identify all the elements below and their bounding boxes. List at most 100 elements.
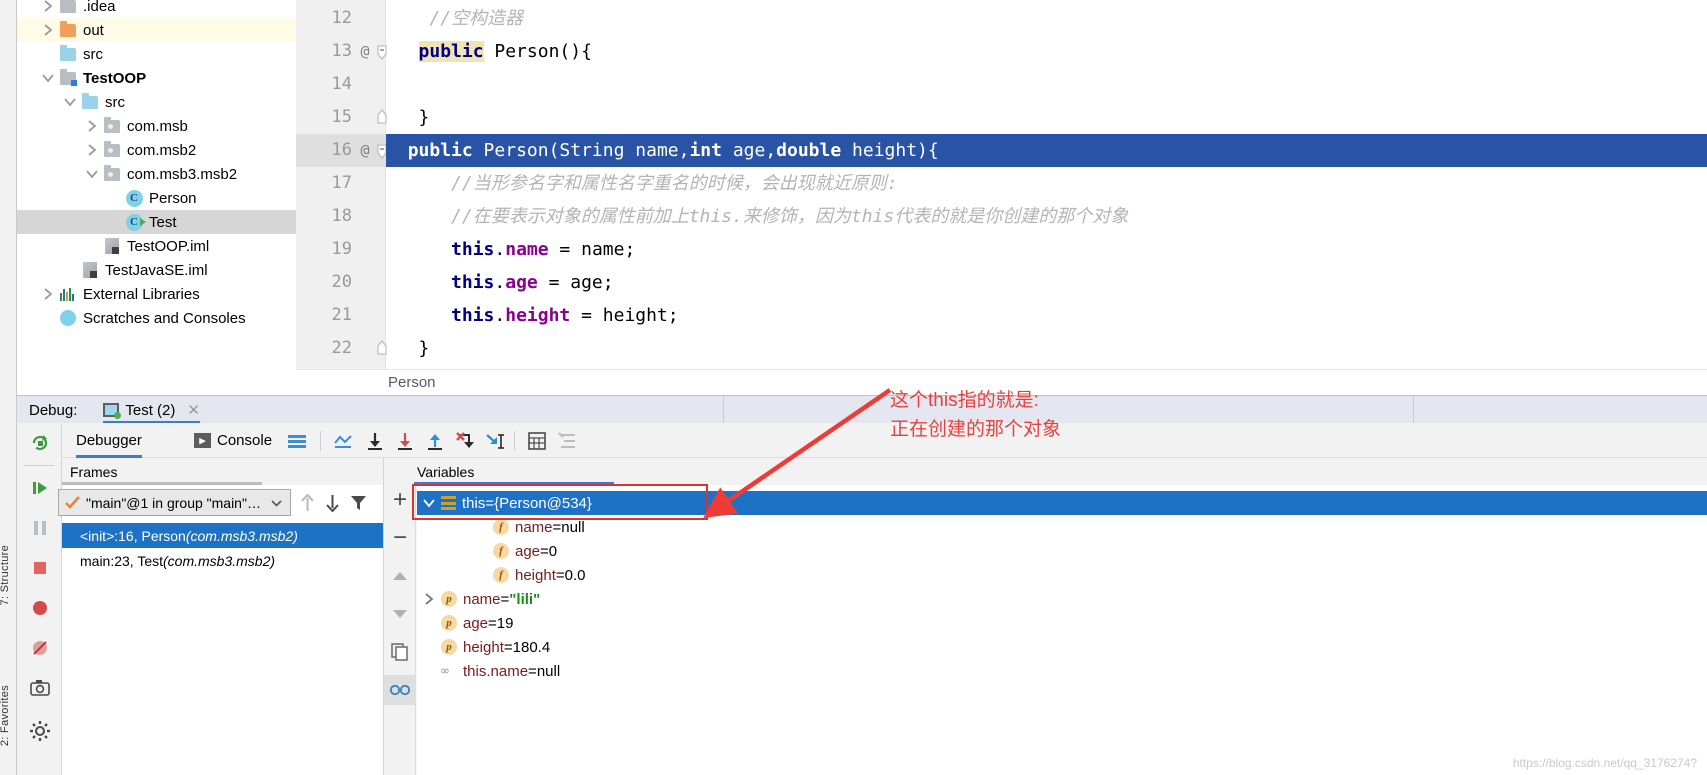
chevron-down-icon[interactable] [61, 97, 79, 107]
code-line[interactable]: this.name = name; [386, 233, 1707, 266]
tree-item-com-msb3-msb2[interactable]: com.msb3.msb2 [17, 162, 296, 186]
variable-row[interactable]: this = {Person@534} [417, 491, 1707, 515]
tree-item-com-msb[interactable]: com.msb [17, 114, 296, 138]
frame-row[interactable]: main:23, Test (com.msb3.msb2) [62, 548, 384, 573]
layout-settings-icon[interactable] [284, 428, 310, 454]
evaluate-expression-icon[interactable] [524, 428, 550, 454]
override-marker-icon[interactable]: @ [356, 35, 374, 68]
frames-nav-buttons[interactable] [295, 489, 385, 516]
frame-up-icon[interactable] [299, 493, 316, 517]
tree-item-src[interactable]: src [17, 42, 296, 66]
variables-pane[interactable]: this = {Person@534} f name = null f age = 0f… [417, 485, 1707, 775]
variable-name: height [515, 566, 556, 584]
code-line[interactable] [386, 68, 1707, 101]
variable-name: age [515, 542, 541, 560]
object-value-icon [441, 496, 456, 510]
toolbar-separator-2 [514, 431, 515, 451]
chevron-down-icon[interactable] [83, 169, 101, 179]
tool-button-favorites[interactable]: 2: Favorites [0, 685, 11, 746]
tree-item-label: TestOOP.iml [127, 237, 210, 255]
chevron-right-icon[interactable] [83, 120, 101, 132]
thread-selector-dropdown[interactable]: "main"@1 in group "main"… [58, 489, 291, 516]
override-marker-icon[interactable]: @ [356, 134, 374, 167]
frames-pane[interactable]: "main"@1 in group "main"… <init>:16, Per… [58, 485, 385, 775]
move-watch-down-button[interactable] [384, 599, 416, 629]
line-number: 14 [331, 74, 352, 94]
resume-program-button[interactable] [17, 468, 62, 508]
variable-row[interactable]: ∞ this.name = null [417, 659, 1707, 683]
code-line[interactable]: //在要表示对象的属性前加上this.来修饰，因为this代表的就是你创建的那个… [386, 200, 1707, 233]
editor-gutter[interactable]: 12 13 @14 15 16 @17 18 19 20 21 22 [296, 0, 387, 369]
debug-run-controls[interactable] [17, 423, 62, 775]
frame-package: (com.msb3.msb2) [163, 552, 276, 569]
tree-item-scratches-and-consoles[interactable]: Scratches and Consoles [17, 306, 296, 330]
show-execution-point-icon[interactable] [330, 428, 356, 454]
tree-item--idea[interactable]: .idea [17, 0, 296, 18]
tab-console[interactable]: ▶ Console [194, 423, 272, 458]
chevron-down-icon[interactable] [39, 73, 57, 83]
variable-row[interactable]: f name = null [417, 515, 1707, 539]
code-line[interactable]: this.height = height; [386, 299, 1707, 332]
tree-item-person[interactable]: C Person [17, 186, 296, 210]
tree-item-testoop[interactable]: TestOOP [17, 66, 296, 90]
tree-item-test[interactable]: C Test [17, 210, 296, 234]
move-watch-up-button[interactable] [384, 561, 416, 591]
variable-row[interactable]: p age = 19 [417, 611, 1707, 635]
parameter-icon: p [441, 615, 457, 631]
settings-list-icon[interactable] [554, 428, 580, 454]
toolbar-separator [320, 431, 321, 451]
step-into-icon[interactable] [392, 428, 418, 454]
tree-item-out[interactable]: out [17, 18, 296, 42]
run-to-cursor-icon[interactable] [482, 428, 508, 454]
code-line[interactable]: } [386, 332, 1707, 365]
debug-session-tab[interactable]: Test (2) ✕ [103, 396, 200, 424]
chevron-right-icon[interactable] [83, 144, 101, 156]
close-icon[interactable]: ✕ [187, 401, 200, 419]
chevron-right-icon[interactable] [39, 24, 57, 36]
pause-program-button[interactable] [17, 508, 62, 548]
tree-item-src[interactable]: src [17, 90, 296, 114]
parameter-icon: p [441, 591, 457, 607]
tree-item-testoop-iml[interactable]: TestOOP.iml [17, 234, 296, 258]
code-line[interactable]: } [386, 101, 1707, 134]
step-over-icon[interactable] [362, 428, 388, 454]
remove-watch-button[interactable]: − [384, 523, 416, 553]
inspect-button[interactable] [384, 675, 416, 705]
frame-down-icon[interactable] [324, 494, 341, 517]
variable-name: this.name [463, 662, 529, 680]
variable-row[interactable]: p height = 180.4 [417, 635, 1707, 659]
code-line[interactable]: public Person(String name,int age,double… [386, 134, 1707, 167]
frame-label: <init>:16, Person [80, 527, 186, 544]
code-line[interactable]: //当形参名字和属性名字重名的时候，会出现就近原则: [386, 167, 1707, 200]
frame-row[interactable]: <init>:16, Person (com.msb3.msb2) [62, 523, 384, 548]
force-step-icon[interactable] [452, 428, 478, 454]
tree-item-com-msb2[interactable]: com.msb2 [17, 138, 296, 162]
add-watch-button[interactable]: + [384, 485, 416, 515]
code-line[interactable]: //空构造器 [386, 2, 1707, 35]
thread-selector-label: "main"@1 in group "main"… [86, 494, 261, 511]
settings-gear-button[interactable] [17, 711, 62, 751]
mute-breakpoints-button[interactable] [17, 628, 62, 668]
screenshot-button[interactable] [17, 668, 62, 708]
rerun-button[interactable] [17, 423, 62, 463]
chevron-right-icon[interactable] [417, 593, 441, 605]
code-editor[interactable]: 12 13 @14 15 16 @17 18 19 20 21 22 //空构造器 public P… [296, 0, 1707, 369]
variable-row[interactable]: f height = 0.0 [417, 563, 1707, 587]
tree-item-external-libraries[interactable]: External Libraries [17, 282, 296, 306]
variables-side-toolbar[interactable]: + − [384, 485, 416, 775]
view-breakpoints-button[interactable] [17, 588, 62, 628]
variable-row[interactable]: p name = "lili" [417, 587, 1707, 611]
copy-button[interactable] [384, 637, 416, 667]
step-out-icon[interactable] [422, 428, 448, 454]
filter-icon[interactable] [350, 495, 367, 516]
code-line[interactable]: this.age = age; [386, 266, 1707, 299]
tree-item-testjavase-iml[interactable]: TestJavaSE.iml [17, 258, 296, 282]
code-line[interactable]: public Person(){ [386, 35, 1707, 68]
chevron-right-icon[interactable] [39, 288, 57, 300]
chevron-right-icon[interactable] [39, 0, 57, 12]
chevron-down-icon[interactable] [417, 498, 441, 508]
variable-row[interactable]: f age = 0 [417, 539, 1707, 563]
tab-debugger[interactable]: Debugger [76, 423, 142, 458]
stop-button[interactable] [17, 548, 62, 588]
tool-button-structure[interactable]: 7: Structure [0, 545, 11, 605]
